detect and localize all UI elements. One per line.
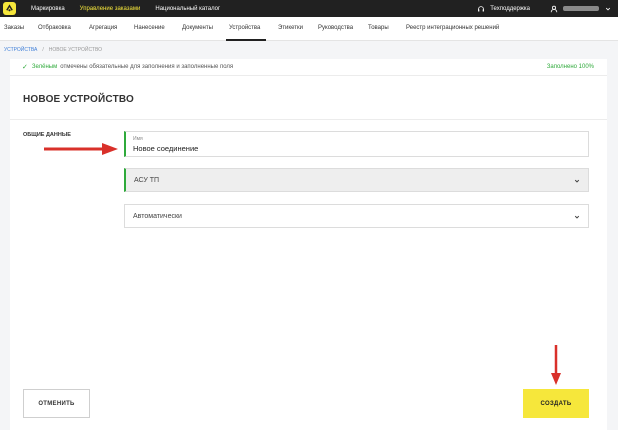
tab-application[interactable]: Нанесение: [134, 25, 165, 31]
top-nav-item-marking[interactable]: Маркировка: [31, 6, 65, 12]
tab-labels[interactable]: Этикетки: [278, 25, 303, 31]
top-nav-item-national-catalog[interactable]: Национальный каталог: [155, 6, 220, 12]
chevron-down-icon: [573, 213, 580, 220]
device-name-label: Имя: [133, 136, 143, 142]
top-nav-item-order-management[interactable]: Управление заказами: [80, 6, 141, 12]
tab-integration-registry[interactable]: Реестр интеграционных решений: [406, 25, 499, 31]
breadcrumb-devices[interactable]: УСТРОЙСТВА: [4, 47, 37, 53]
chevron-down-icon[interactable]: [604, 5, 612, 13]
breadcrumb-current: НОВОЕ УСТРОЙСТВО: [48, 47, 103, 53]
red-arrow-right-icon: [44, 143, 118, 155]
device-name-field[interactable]: Имя Новое соединение: [124, 131, 589, 157]
create-button[interactable]: СОЗДАТЬ: [523, 389, 589, 418]
device-name-input[interactable]: Новое соединение: [133, 144, 198, 153]
title-divider: [10, 119, 607, 120]
device-type-select[interactable]: АСУ ТП: [124, 168, 589, 192]
active-tab-indicator: [226, 39, 266, 41]
chevron-down-icon: [573, 177, 580, 184]
section-tabs: Заказы Отбраковка Агрегация Нанесение До…: [0, 17, 618, 41]
tab-documents[interactable]: Документы: [182, 25, 213, 31]
section-label-general: ОБЩИЕ ДАННЫЕ: [23, 132, 71, 138]
top-right-controls: Техподдержка: [477, 0, 612, 17]
red-arrow-down-icon: [551, 345, 561, 385]
cancel-button[interactable]: ОТМЕНИТЬ: [23, 389, 90, 418]
tab-devices[interactable]: Устройства: [229, 25, 260, 31]
device-form-panel: ✓ Зелёным отмечены обязательные для запо…: [10, 59, 607, 430]
support-link[interactable]: Техподдержка: [490, 6, 530, 12]
top-navigation-bar: Маркировка Управление заказами Националь…: [0, 0, 618, 17]
check-icon: ✓: [22, 64, 28, 71]
tab-rejection[interactable]: Отбраковка: [38, 25, 71, 31]
breadcrumb-separator: /: [42, 47, 44, 53]
device-mode-select[interactable]: Автоматически: [124, 204, 589, 228]
tab-aggregation[interactable]: Агрегация: [89, 25, 117, 31]
tab-guides[interactable]: Руководства: [318, 25, 353, 31]
tab-orders[interactable]: Заказы: [4, 25, 24, 31]
notice-text: отмечены обязательные для заполнения и з…: [60, 64, 234, 70]
app-logo-icon[interactable]: [3, 2, 16, 15]
headset-icon[interactable]: [477, 5, 485, 13]
breadcrumb: УСТРОЙСТВА / НОВОЕ УСТРОЙСТВО: [4, 47, 102, 53]
completion-status: Заполнено 100%: [546, 64, 594, 70]
user-icon[interactable]: [550, 5, 558, 13]
notice-highlight: Зелёным: [31, 64, 58, 70]
user-name-redacted[interactable]: [563, 6, 599, 11]
device-mode-value: Автоматически: [133, 213, 182, 220]
required-fields-notice: ✓ Зелёным отмечены обязательные для запо…: [10, 59, 607, 76]
tab-products[interactable]: Товары: [368, 25, 389, 31]
page-title: НОВОЕ УСТРОЙСТВО: [23, 94, 135, 105]
top-nav: Маркировка Управление заказами Националь…: [31, 6, 235, 12]
device-type-value: АСУ ТП: [134, 177, 160, 184]
